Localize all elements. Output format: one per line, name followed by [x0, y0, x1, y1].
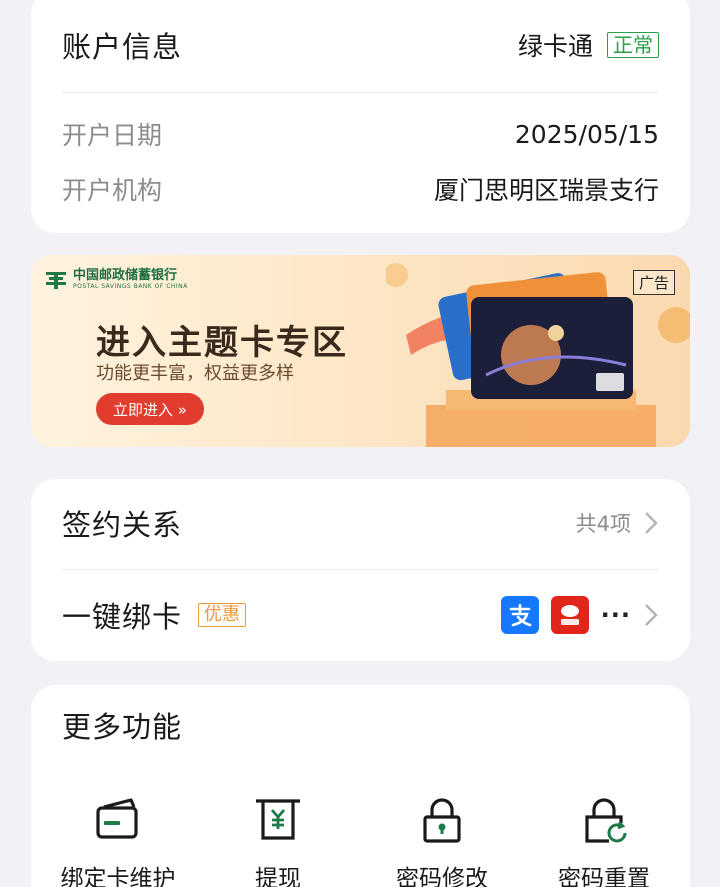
feature-password-change[interactable]: 密码修改 [372, 795, 512, 887]
theme-card-banner[interactable]: 中国邮政储蓄银行 POSTAL SAVINGS BANK OF CHINA 广告… [31, 255, 690, 447]
bank-name-cn: 中国邮政储蓄银行 [73, 268, 178, 283]
divider [62, 569, 659, 570]
banner-title: 进入主题卡专区 [96, 323, 348, 363]
jd-icon [550, 596, 589, 634]
bank-cards-illustration [386, 263, 690, 447]
bank-logo: 中国邮政储蓄银行 POSTAL SAVINGS BANK OF CHINA [45, 269, 188, 291]
lock-icon [423, 798, 461, 843]
promo-badge: 优惠 [198, 603, 247, 627]
account-type: 绿卡通 [517, 32, 593, 61]
sign-count: 共4项 [575, 512, 631, 536]
info-row-open-date: 开户日期 2025/05/15 [62, 114, 659, 154]
feature-password-reset[interactable]: 密码重置 [534, 795, 674, 887]
feature-label: 提现 [255, 866, 301, 887]
postal-bank-logo-icon [46, 272, 66, 289]
quick-bind-row[interactable]: 一键绑卡 优惠 ··· [62, 591, 659, 639]
bank-name-en: POSTAL SAVINGS BANK OF CHINA [73, 283, 188, 290]
branch-label: 开户机构 [62, 176, 163, 205]
enter-now-button[interactable]: 立即进入 » [96, 393, 204, 425]
status-badge: 正常 [607, 32, 659, 58]
feature-label: 密码修改 [396, 866, 488, 887]
open-date-label: 开户日期 [62, 121, 163, 150]
bindings-card: 签约关系 共4项 一键绑卡 优惠 ··· [31, 479, 690, 661]
feature-label: 绑定卡维护 [60, 866, 176, 887]
feature-card-maintenance[interactable]: 绑定卡维护 [48, 795, 188, 887]
banner-subtitle: 功能更丰富，权益更多样 [96, 363, 294, 384]
account-info-card: 账户信息 绿卡通 正常 开户日期 2025/05/15 开户机构 厦门思明区瑞景… [31, 0, 690, 233]
alipay-icon [500, 596, 539, 634]
divider [62, 92, 659, 93]
sign-relation-title: 签约关系 [62, 508, 183, 542]
sign-relation-row[interactable]: 签约关系 共4项 [62, 499, 659, 547]
chevron-right-icon [645, 604, 658, 626]
branch-value: 厦门思明区瑞景支行 [433, 176, 659, 205]
more-functions-card: 更多功能 绑定卡维护 提现 密码修改 密码重置 [31, 685, 690, 887]
quick-bind-title: 一键绑卡 [62, 600, 183, 634]
info-row-branch: 开户机构 厦门思明区瑞景支行 [62, 169, 659, 209]
withdraw-icon [256, 799, 300, 840]
feature-withdraw[interactable]: 提现 [208, 795, 348, 887]
open-date-value: 2025/05/15 [514, 119, 659, 149]
feature-label: 密码重置 [558, 866, 650, 887]
lock-reset-icon [585, 798, 627, 843]
card-icon [96, 798, 138, 839]
chevron-right-icon [645, 512, 658, 534]
more-functions-title: 更多功能 [62, 710, 183, 744]
account-info-title: 账户信息 [62, 30, 183, 64]
more-icon: ··· [600, 601, 631, 629]
